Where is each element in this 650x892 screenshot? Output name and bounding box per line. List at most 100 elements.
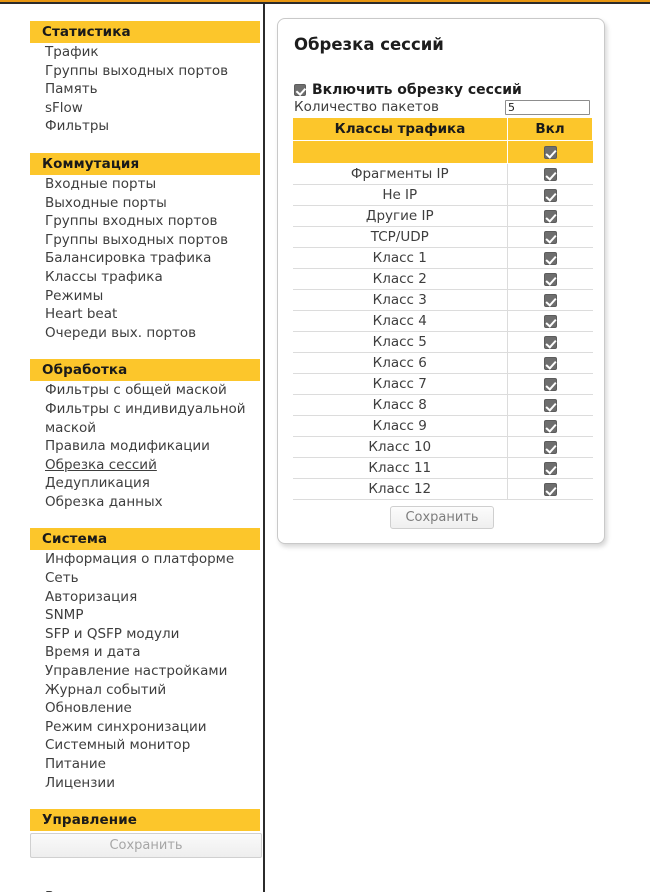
sidebar-section-4: Система Информация о платформе Сеть Авториз… — [0, 528, 263, 792]
traffic-class-checkbox[interactable] — [543, 272, 557, 286]
sidebar-top-spacer — [0, 4, 263, 21]
sidebar-item[interactable]: Управление настройками — [0, 662, 263, 681]
traffic-class-label: Класс 6 — [292, 352, 508, 374]
table-row: Класс 5 — [292, 331, 593, 353]
sidebar-item[interactable]: Лицензии — [0, 774, 263, 793]
sidebar-item[interactable]: Обрезка данных — [0, 493, 263, 512]
select-all-label — [292, 140, 508, 164]
sidebar-item[interactable]: Обновление — [0, 699, 263, 718]
traffic-classes-tbody: Фрагменты IP Не IP Другие IP TCP/UDP Класс 1… — [292, 140, 593, 500]
traffic-class-checkbox[interactable] — [543, 251, 557, 265]
page-root: Статистика Трафик Группы выходных портов Па… — [0, 0, 650, 892]
traffic-class-label: Другие IP — [292, 205, 508, 227]
traffic-classes-thead: Классы трафика Вкл — [292, 118, 593, 141]
table-row: Фрагменты IP — [292, 163, 593, 185]
sidebar-item[interactable]: Входные порты — [0, 175, 263, 194]
sidebar-item[interactable]: Группы входных портов — [0, 212, 263, 231]
traffic-class-checkbox[interactable] — [543, 440, 557, 454]
sidebar-item[interactable]: Сеть — [0, 569, 263, 588]
sidebar-item[interactable]: Память — [0, 80, 263, 99]
table-row: Класс 2 — [292, 268, 593, 290]
sidebar-section-title-management: Управление — [30, 809, 260, 832]
traffic-class-checkbox[interactable] — [543, 188, 557, 202]
sidebar-item[interactable]: Heart beat — [0, 305, 263, 324]
traffic-class-checkbox[interactable] — [543, 230, 557, 244]
traffic-class-checkbox[interactable] — [543, 314, 557, 328]
sidebar-item[interactable]: Информация о платформе — [0, 550, 263, 569]
traffic-class-checkbox[interactable] — [543, 293, 557, 307]
sidebar-item[interactable]: SFP и QSFP модули — [0, 625, 263, 644]
traffic-class-enabled-cell — [507, 268, 593, 290]
select-all-checkbox[interactable] — [543, 145, 557, 159]
sidebar-item[interactable]: Системный монитор — [0, 736, 263, 755]
sidebar-item[interactable]: Фильтры с индивидуальной маской — [0, 400, 263, 437]
sidebar-item[interactable]: Классы трафика — [0, 268, 263, 287]
sidebar-management-links: ВыходПерезагрузка — [0, 888, 263, 892]
sidebar-item[interactable]: Журнал событий — [0, 681, 263, 700]
traffic-class-checkbox[interactable] — [543, 377, 557, 391]
traffic-class-checkbox[interactable] — [543, 335, 557, 349]
traffic-class-checkbox[interactable] — [543, 209, 557, 223]
traffic-class-enabled-cell — [507, 310, 593, 332]
traffic-class-checkbox[interactable] — [543, 356, 557, 370]
traffic-class-enabled-cell — [507, 205, 593, 227]
sidebar-management-link[interactable]: Выход — [0, 888, 263, 892]
sidebar-section-gap — [0, 511, 263, 528]
column-header-classes: Классы трафика — [292, 118, 508, 141]
traffic-class-checkbox[interactable] — [543, 398, 557, 412]
sidebar-item[interactable]: Группы выходных портов — [0, 231, 263, 250]
sidebar-links-spacer — [0, 858, 263, 888]
sidebar-item[interactable]: Дедупликация — [0, 474, 263, 493]
sidebar-item[interactable]: Фильтры — [0, 117, 263, 136]
sidebar-item[interactable]: Режимы — [0, 287, 263, 306]
table-row: Класс 4 — [292, 310, 593, 332]
traffic-class-enabled-cell — [507, 373, 593, 395]
select-all-row — [292, 140, 593, 164]
enable-trimming-row[interactable]: Включить обрезку сессий — [294, 82, 590, 98]
traffic-class-enabled-cell — [507, 352, 593, 374]
traffic-class-label: TCP/UDP — [292, 226, 508, 248]
sidebar-save-button[interactable]: Сохранить — [30, 833, 262, 859]
sidebar-item[interactable]: Очереди вых. портов — [0, 324, 263, 343]
traffic-class-label: Не IP — [292, 184, 508, 206]
sidebar-management-spacer — [0, 792, 263, 809]
traffic-class-checkbox[interactable] — [543, 461, 557, 475]
sidebar-item[interactable]: Обрезка сессий — [0, 456, 263, 475]
sidebar-item[interactable]: Питание — [0, 755, 263, 774]
traffic-class-label: Класс 9 — [292, 415, 508, 437]
sidebar-item[interactable]: Режим синхронизации — [0, 718, 263, 737]
traffic-class-enabled-cell — [507, 331, 593, 353]
sidebar-item[interactable]: sFlow — [0, 99, 263, 118]
panel-title-spacer — [292, 54, 590, 82]
packet-count-input[interactable] — [505, 99, 590, 115]
panel-save-row: Сохранить — [292, 506, 592, 529]
table-row: Класс 11 — [292, 457, 593, 479]
traffic-class-label: Класс 1 — [292, 247, 508, 269]
sidebar-item[interactable]: Авторизация — [0, 588, 263, 607]
traffic-classes-table: Классы трафика Вкл Фрагменты IP Не IP Друг… — [292, 118, 593, 500]
table-row: Класс 12 — [292, 478, 593, 500]
sidebar-item[interactable]: Трафик — [0, 43, 263, 62]
sidebar-section-3: Обработка Фильтры с общей маской Фильтры с… — [0, 359, 263, 511]
sidebar-item[interactable]: Балансировка трафика — [0, 249, 263, 268]
panel-save-button[interactable]: Сохранить — [390, 506, 494, 529]
session-trimming-panel: Обрезка сессий Включить обрезку сессий К… — [277, 18, 605, 544]
table-row: Класс 9 — [292, 415, 593, 437]
traffic-class-checkbox[interactable] — [543, 419, 557, 433]
sidebar-item[interactable]: Правила модификации — [0, 437, 263, 456]
sidebar-item[interactable]: Фильтры с общей маской — [0, 381, 263, 400]
sidebar-item[interactable]: Группы выходных портов — [0, 62, 263, 81]
table-header-row: Классы трафика Вкл — [292, 118, 593, 141]
sidebar-item[interactable]: SNMP — [0, 606, 263, 625]
traffic-class-checkbox[interactable] — [543, 167, 557, 181]
traffic-class-label: Класс 5 — [292, 331, 508, 353]
sidebar-item[interactable]: Время и дата — [0, 643, 263, 662]
traffic-class-enabled-cell — [507, 226, 593, 248]
enable-trimming-checkbox[interactable] — [294, 84, 306, 96]
table-row: TCP/UDP — [292, 226, 593, 248]
sidebar-item[interactable]: Выходные порты — [0, 194, 263, 213]
traffic-class-label: Класс 10 — [292, 436, 508, 458]
sidebar-section-title: Обработка — [30, 359, 260, 382]
sidebar-section-management: Управление Сохранить ВыходПерезагрузка — [0, 809, 263, 892]
traffic-class-checkbox[interactable] — [543, 482, 557, 496]
